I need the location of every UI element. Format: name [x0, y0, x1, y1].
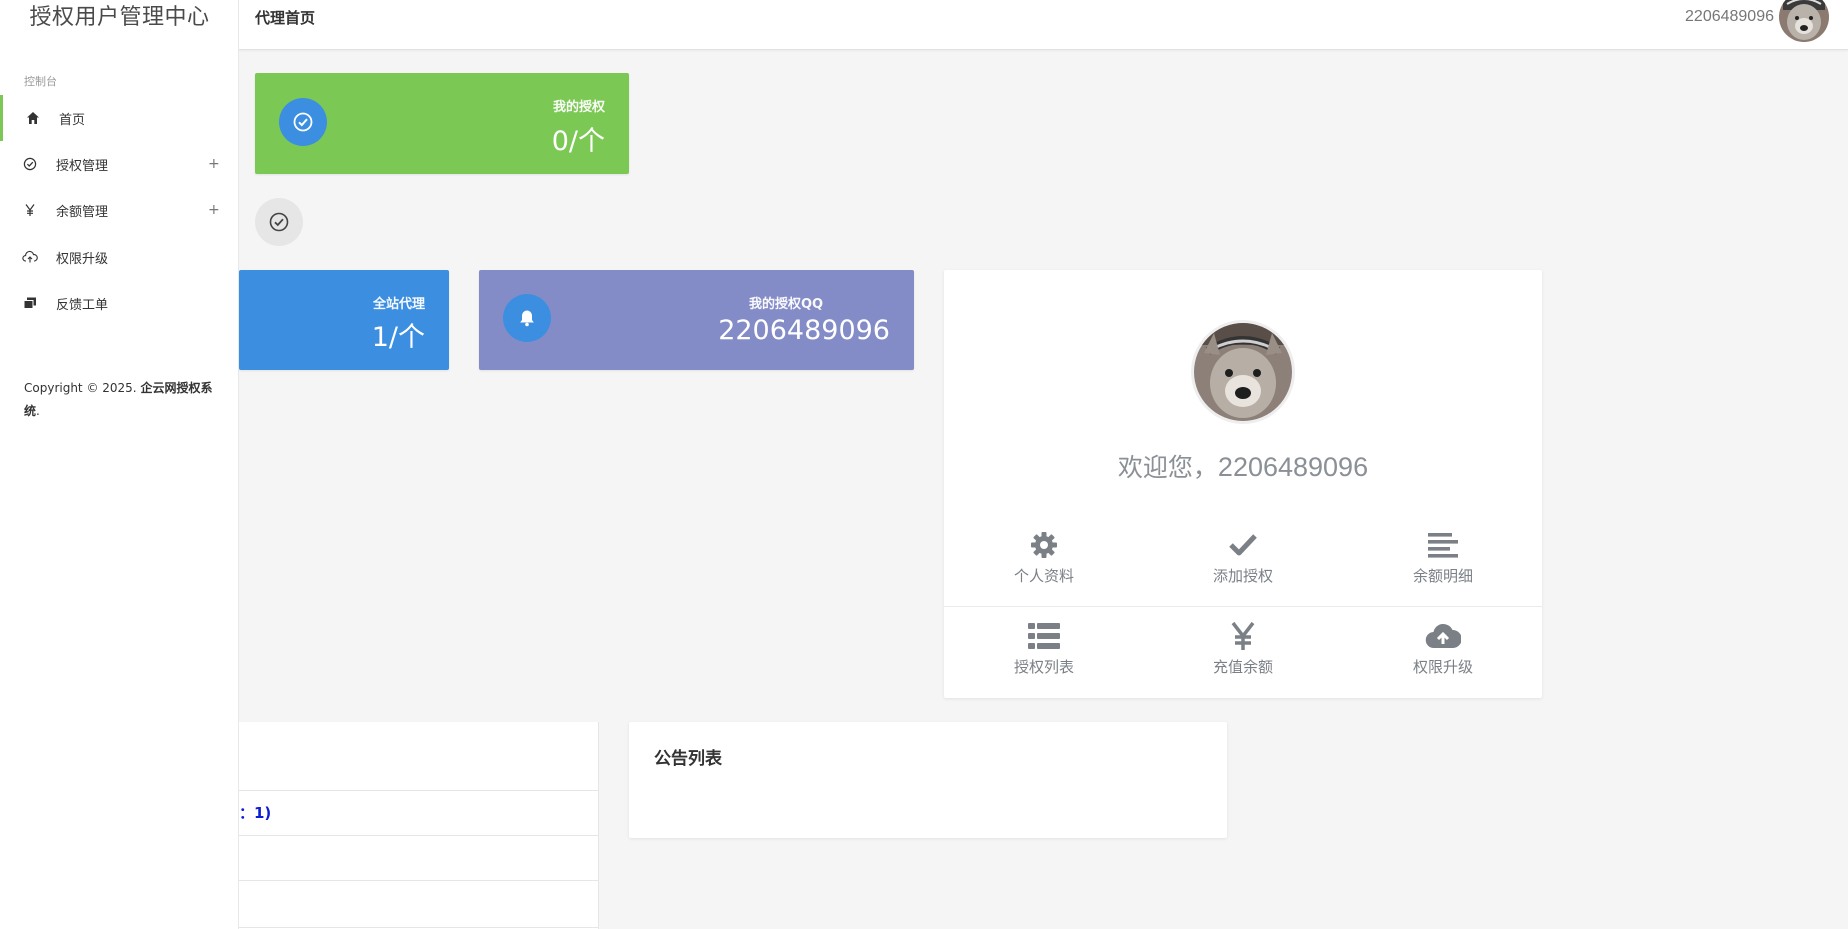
- sidebar-item-label: 首页: [59, 112, 86, 128]
- copyright: Copyright © 2025. 企云网授权系统.: [24, 377, 224, 423]
- card-my-auth[interactable]: 我的授权 0/个: [255, 73, 629, 174]
- welcome-username: 2206489096: [1217, 452, 1369, 482]
- card-value: 1/个: [371, 322, 425, 353]
- shortcut-label: 授权列表: [1013, 658, 1074, 676]
- shortcut-label: 权限升级: [1412, 658, 1473, 676]
- sidebar-item-balance-manage[interactable]: 余额管理 +: [0, 187, 239, 233]
- sidebar-item-auth-manage[interactable]: 授权管理 +: [0, 141, 239, 187]
- username[interactable]: 2206489096: [1685, 8, 1774, 25]
- card-label: 全站代理: [372, 297, 425, 312]
- home-icon: [25, 110, 41, 126]
- shortcut-auth-list[interactable]: 授权列表: [944, 620, 1144, 690]
- nav-section-label: 控制台: [24, 75, 57, 88]
- copyright-suffix: .: [36, 404, 40, 418]
- card-value: 0/个: [551, 126, 605, 157]
- welcome-prefix: 欢迎您，: [1117, 453, 1218, 482]
- profile-panel: 欢迎您，2206489096 个人资料 添加授权 余额明细 授权列表 充值余额 …: [944, 270, 1542, 698]
- sidebar-item-upgrade[interactable]: 权限升级: [0, 234, 239, 280]
- sidebar-item-label: 余额管理: [56, 204, 109, 220]
- card-label: 我的授权QQ: [749, 297, 824, 312]
- welcome-text: 欢迎您，2206489096: [944, 448, 1542, 484]
- top-header: 代理首页 2206489096: [239, 0, 1848, 50]
- shortcut-label: 添加授权: [1212, 567, 1273, 585]
- sidebar: 授权用户管理中心 控制台 首页 授权管理 + 余额管理 + 权限升级 反馈工单 …: [0, 0, 239, 929]
- copyright-prefix: Copyright © 2025.: [24, 381, 141, 395]
- avatar[interactable]: [1779, 0, 1829, 42]
- check-circle-icon: [22, 156, 38, 172]
- announcement-title: 公告列表: [654, 749, 722, 769]
- row-divider: [239, 790, 599, 791]
- shortcut-label: 充值余额: [1212, 658, 1273, 676]
- shortcut-recharge[interactable]: 充值余额: [1143, 620, 1343, 690]
- row-divider: [239, 880, 599, 881]
- card-value: 2206489096: [718, 315, 890, 346]
- check-circle-icon: [279, 98, 327, 146]
- shortcut-add-auth[interactable]: 添加授权: [1143, 529, 1343, 599]
- page-title: 代理首页: [255, 9, 316, 27]
- list-icon: [1026, 620, 1062, 652]
- announcement-panel: 公告列表: [629, 722, 1227, 838]
- shortcut-label: 余额明细: [1412, 567, 1473, 585]
- row-divider: [239, 927, 599, 928]
- yen-icon: [22, 202, 38, 218]
- brand-title[interactable]: 授权用户管理中心: [0, 0, 239, 40]
- shortcut-label: 个人资料: [1013, 567, 1074, 585]
- check-icon: [1225, 529, 1261, 561]
- expand-icon[interactable]: +: [208, 156, 220, 172]
- shortcut-profile[interactable]: 个人资料: [944, 529, 1144, 599]
- profile-avatar[interactable]: [1191, 320, 1295, 424]
- row-divider: [239, 835, 599, 836]
- yen-icon: [1225, 620, 1261, 652]
- shortcut-upgrade[interactable]: 权限升级: [1343, 620, 1543, 690]
- expand-icon[interactable]: +: [208, 202, 220, 218]
- sidebar-item-home[interactable]: 首页: [0, 95, 239, 141]
- gear-icon: [1026, 529, 1062, 561]
- record-row-text[interactable]: ：1): [239, 802, 271, 823]
- card-my-qq[interactable]: 我的授权QQ 2206489096: [479, 270, 914, 370]
- align-left-icon: [1425, 529, 1461, 561]
- sidebar-item-label: 反馈工单: [56, 297, 109, 313]
- sidebar-item-feedback[interactable]: 反馈工单: [0, 280, 239, 326]
- shortcut-divider: [944, 606, 1542, 607]
- tickets-icon: [22, 295, 38, 311]
- cloud-upload-icon: [22, 249, 38, 265]
- shortcut-balance-detail[interactable]: 余额明细: [1343, 529, 1543, 599]
- user-menu[interactable]: 2206489096: [1685, 8, 1788, 26]
- card-label: 我的授权: [552, 100, 605, 115]
- cloud-upload-icon: [1425, 620, 1461, 652]
- sidebar-item-label: 权限升级: [56, 251, 109, 267]
- auth-record-panel: ：1): [239, 722, 599, 929]
- check-circle-icon: [255, 198, 303, 246]
- bell-icon: [503, 294, 551, 342]
- card-site-agents[interactable]: 全站代理 1/个: [239, 270, 449, 370]
- sidebar-item-label: 授权管理: [56, 158, 109, 174]
